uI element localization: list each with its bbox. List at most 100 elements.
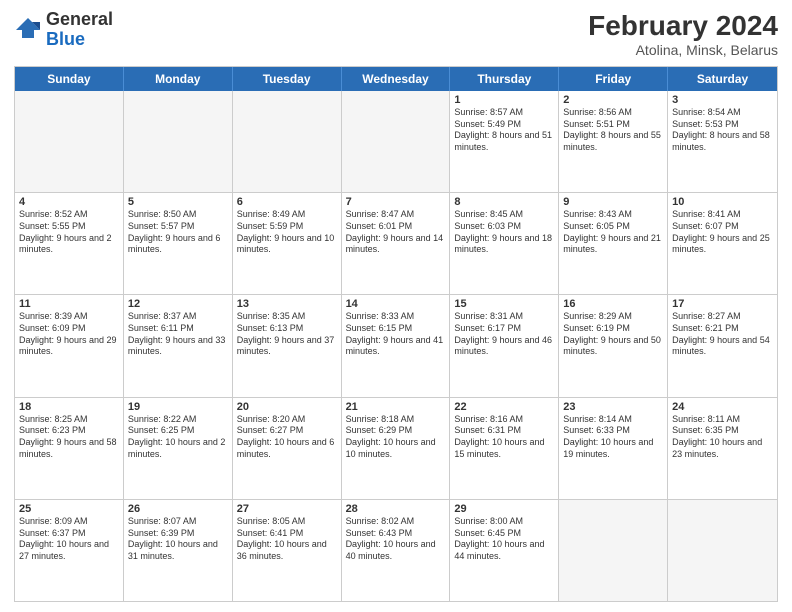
day-number: 19 — [128, 401, 228, 413]
day-info: Sunrise: 8:37 AM Sunset: 6:11 PM Dayligh… — [128, 311, 228, 358]
day-number: 5 — [128, 196, 228, 208]
day-info: Sunrise: 8:54 AM Sunset: 5:53 PM Dayligh… — [672, 107, 773, 154]
cal-cell-29: 29Sunrise: 8:00 AM Sunset: 6:45 PM Dayli… — [450, 500, 559, 601]
day-number: 24 — [672, 401, 773, 413]
cal-header-sunday: Sunday — [15, 67, 124, 91]
day-number: 13 — [237, 298, 337, 310]
cal-cell-15: 15Sunrise: 8:31 AM Sunset: 6:17 PM Dayli… — [450, 295, 559, 396]
calendar-body: 1Sunrise: 8:57 AM Sunset: 5:49 PM Daylig… — [15, 91, 777, 601]
logo: General Blue — [14, 10, 113, 50]
cal-cell-19: 19Sunrise: 8:22 AM Sunset: 6:25 PM Dayli… — [124, 398, 233, 499]
cal-cell-24: 24Sunrise: 8:11 AM Sunset: 6:35 PM Dayli… — [668, 398, 777, 499]
day-number: 18 — [19, 401, 119, 413]
cal-week-1: 4Sunrise: 8:52 AM Sunset: 5:55 PM Daylig… — [15, 193, 777, 295]
cal-header-friday: Friday — [559, 67, 668, 91]
day-info: Sunrise: 8:31 AM Sunset: 6:17 PM Dayligh… — [454, 311, 554, 358]
logo-general: General — [46, 9, 113, 29]
day-info: Sunrise: 8:00 AM Sunset: 6:45 PM Dayligh… — [454, 516, 554, 563]
cal-cell-empty — [342, 91, 451, 192]
cal-header-saturday: Saturday — [668, 67, 777, 91]
cal-week-0: 1Sunrise: 8:57 AM Sunset: 5:49 PM Daylig… — [15, 91, 777, 193]
cal-cell-empty — [15, 91, 124, 192]
cal-cell-23: 23Sunrise: 8:14 AM Sunset: 6:33 PM Dayli… — [559, 398, 668, 499]
day-number: 20 — [237, 401, 337, 413]
cal-cell-27: 27Sunrise: 8:05 AM Sunset: 6:41 PM Dayli… — [233, 500, 342, 601]
cal-cell-4: 4Sunrise: 8:52 AM Sunset: 5:55 PM Daylig… — [15, 193, 124, 294]
cal-cell-21: 21Sunrise: 8:18 AM Sunset: 6:29 PM Dayli… — [342, 398, 451, 499]
cal-cell-12: 12Sunrise: 8:37 AM Sunset: 6:11 PM Dayli… — [124, 295, 233, 396]
day-info: Sunrise: 8:09 AM Sunset: 6:37 PM Dayligh… — [19, 516, 119, 563]
cal-cell-25: 25Sunrise: 8:09 AM Sunset: 6:37 PM Dayli… — [15, 500, 124, 601]
cal-week-3: 18Sunrise: 8:25 AM Sunset: 6:23 PM Dayli… — [15, 398, 777, 500]
day-info: Sunrise: 8:07 AM Sunset: 6:39 PM Dayligh… — [128, 516, 228, 563]
day-info: Sunrise: 8:29 AM Sunset: 6:19 PM Dayligh… — [563, 311, 663, 358]
cal-cell-17: 17Sunrise: 8:27 AM Sunset: 6:21 PM Dayli… — [668, 295, 777, 396]
day-info: Sunrise: 8:41 AM Sunset: 6:07 PM Dayligh… — [672, 209, 773, 256]
day-info: Sunrise: 8:43 AM Sunset: 6:05 PM Dayligh… — [563, 209, 663, 256]
cal-cell-7: 7Sunrise: 8:47 AM Sunset: 6:01 PM Daylig… — [342, 193, 451, 294]
cal-cell-8: 8Sunrise: 8:45 AM Sunset: 6:03 PM Daylig… — [450, 193, 559, 294]
day-number: 14 — [346, 298, 446, 310]
day-info: Sunrise: 8:52 AM Sunset: 5:55 PM Dayligh… — [19, 209, 119, 256]
day-info: Sunrise: 8:49 AM Sunset: 5:59 PM Dayligh… — [237, 209, 337, 256]
day-info: Sunrise: 8:27 AM Sunset: 6:21 PM Dayligh… — [672, 311, 773, 358]
day-info: Sunrise: 8:05 AM Sunset: 6:41 PM Dayligh… — [237, 516, 337, 563]
day-info: Sunrise: 8:22 AM Sunset: 6:25 PM Dayligh… — [128, 414, 228, 461]
day-number: 10 — [672, 196, 773, 208]
cal-cell-1: 1Sunrise: 8:57 AM Sunset: 5:49 PM Daylig… — [450, 91, 559, 192]
cal-cell-16: 16Sunrise: 8:29 AM Sunset: 6:19 PM Dayli… — [559, 295, 668, 396]
cal-cell-6: 6Sunrise: 8:49 AM Sunset: 5:59 PM Daylig… — [233, 193, 342, 294]
cal-cell-empty — [559, 500, 668, 601]
day-info: Sunrise: 8:35 AM Sunset: 6:13 PM Dayligh… — [237, 311, 337, 358]
day-info: Sunrise: 8:02 AM Sunset: 6:43 PM Dayligh… — [346, 516, 446, 563]
day-info: Sunrise: 8:16 AM Sunset: 6:31 PM Dayligh… — [454, 414, 554, 461]
cal-cell-14: 14Sunrise: 8:33 AM Sunset: 6:15 PM Dayli… — [342, 295, 451, 396]
title-block: February 2024 Atolina, Minsk, Belarus — [588, 10, 778, 58]
logo-text: General Blue — [46, 10, 113, 50]
day-number: 27 — [237, 503, 337, 515]
cal-header-thursday: Thursday — [450, 67, 559, 91]
day-number: 4 — [19, 196, 119, 208]
cal-cell-9: 9Sunrise: 8:43 AM Sunset: 6:05 PM Daylig… — [559, 193, 668, 294]
day-number: 11 — [19, 298, 119, 310]
day-number: 2 — [563, 94, 663, 106]
day-info: Sunrise: 8:20 AM Sunset: 6:27 PM Dayligh… — [237, 414, 337, 461]
day-info: Sunrise: 8:39 AM Sunset: 6:09 PM Dayligh… — [19, 311, 119, 358]
day-number: 12 — [128, 298, 228, 310]
cal-header-tuesday: Tuesday — [233, 67, 342, 91]
day-info: Sunrise: 8:18 AM Sunset: 6:29 PM Dayligh… — [346, 414, 446, 461]
cal-cell-3: 3Sunrise: 8:54 AM Sunset: 5:53 PM Daylig… — [668, 91, 777, 192]
logo-blue: Blue — [46, 29, 85, 49]
day-info: Sunrise: 8:14 AM Sunset: 6:33 PM Dayligh… — [563, 414, 663, 461]
cal-cell-5: 5Sunrise: 8:50 AM Sunset: 5:57 PM Daylig… — [124, 193, 233, 294]
day-number: 9 — [563, 196, 663, 208]
cal-cell-empty — [233, 91, 342, 192]
day-number: 3 — [672, 94, 773, 106]
day-number: 23 — [563, 401, 663, 413]
day-info: Sunrise: 8:33 AM Sunset: 6:15 PM Dayligh… — [346, 311, 446, 358]
calendar-header-row: SundayMondayTuesdayWednesdayThursdayFrid… — [15, 67, 777, 91]
day-number: 21 — [346, 401, 446, 413]
cal-cell-10: 10Sunrise: 8:41 AM Sunset: 6:07 PM Dayli… — [668, 193, 777, 294]
page: General Blue February 2024 Atolina, Mins… — [0, 0, 792, 612]
cal-cell-2: 2Sunrise: 8:56 AM Sunset: 5:51 PM Daylig… — [559, 91, 668, 192]
day-info: Sunrise: 8:56 AM Sunset: 5:51 PM Dayligh… — [563, 107, 663, 154]
cal-cell-empty — [124, 91, 233, 192]
day-number: 22 — [454, 401, 554, 413]
day-info: Sunrise: 8:57 AM Sunset: 5:49 PM Dayligh… — [454, 107, 554, 154]
cal-cell-20: 20Sunrise: 8:20 AM Sunset: 6:27 PM Dayli… — [233, 398, 342, 499]
day-number: 1 — [454, 94, 554, 106]
cal-cell-26: 26Sunrise: 8:07 AM Sunset: 6:39 PM Dayli… — [124, 500, 233, 601]
day-number: 25 — [19, 503, 119, 515]
cal-cell-28: 28Sunrise: 8:02 AM Sunset: 6:43 PM Dayli… — [342, 500, 451, 601]
day-number: 16 — [563, 298, 663, 310]
cal-header-monday: Monday — [124, 67, 233, 91]
day-info: Sunrise: 8:50 AM Sunset: 5:57 PM Dayligh… — [128, 209, 228, 256]
day-number: 7 — [346, 196, 446, 208]
day-info: Sunrise: 8:47 AM Sunset: 6:01 PM Dayligh… — [346, 209, 446, 256]
cal-header-wednesday: Wednesday — [342, 67, 451, 91]
cal-cell-22: 22Sunrise: 8:16 AM Sunset: 6:31 PM Dayli… — [450, 398, 559, 499]
main-title: February 2024 — [588, 10, 778, 42]
cal-cell-18: 18Sunrise: 8:25 AM Sunset: 6:23 PM Dayli… — [15, 398, 124, 499]
day-number: 26 — [128, 503, 228, 515]
